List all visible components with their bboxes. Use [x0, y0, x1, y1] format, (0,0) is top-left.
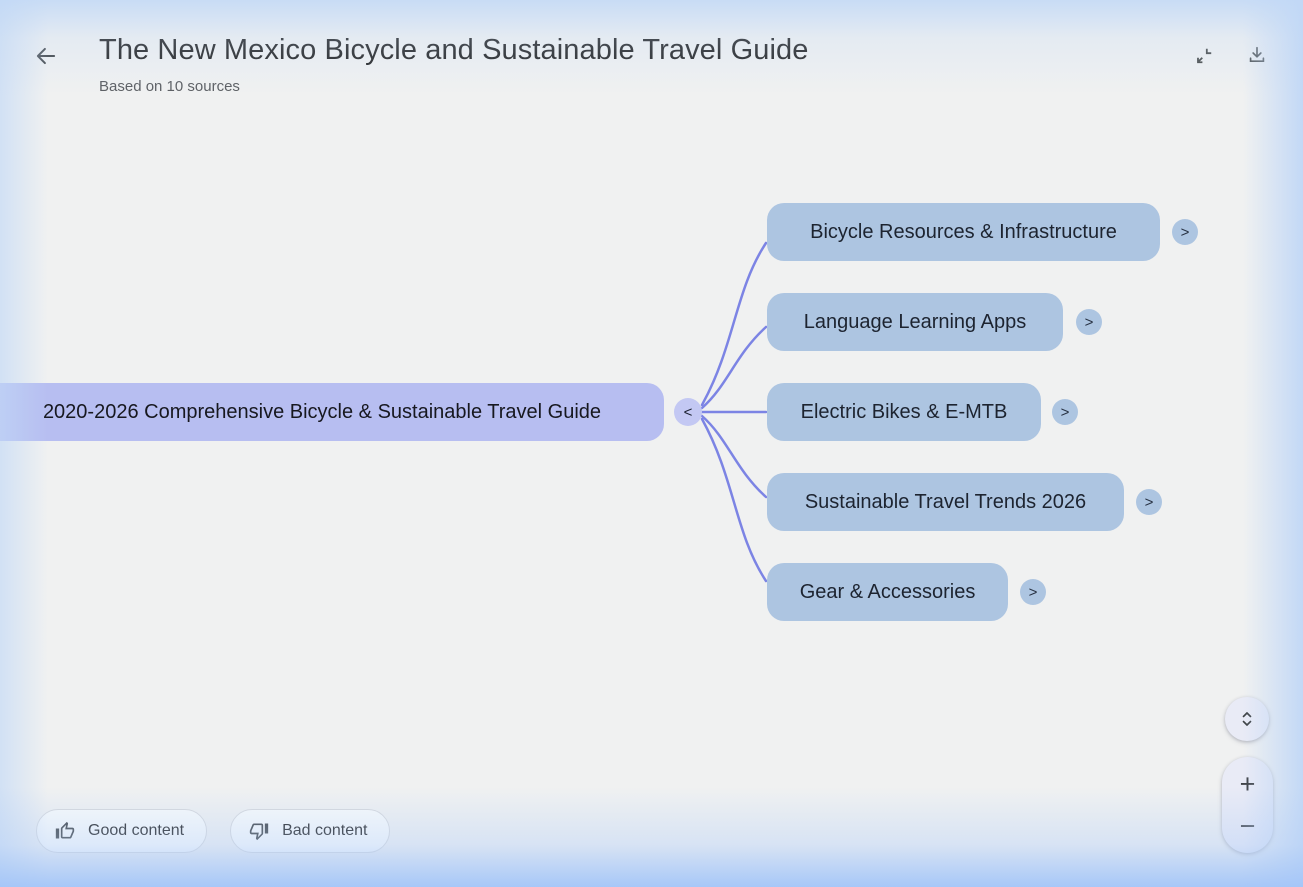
bad-content-button[interactable]: Bad content	[230, 809, 391, 853]
back-button[interactable]	[26, 36, 66, 76]
collapse-content-icon	[1196, 48, 1211, 63]
expand-button-sustainable-trends[interactable]: >	[1136, 489, 1162, 515]
header-titles: The New Mexico Bicycle and Sustainable T…	[99, 30, 809, 95]
download-icon	[1249, 46, 1265, 62]
expand-collapse-all-button[interactable]	[1225, 697, 1269, 741]
arrow-left-icon	[36, 47, 56, 65]
zoom-control: + −	[1222, 757, 1273, 853]
good-content-button[interactable]: Good content	[36, 809, 208, 853]
zoom-in-button[interactable]: +	[1222, 757, 1273, 805]
page-title: The New Mexico Bicycle and Sustainable T…	[99, 34, 809, 66]
unfold-chevrons-icon	[1242, 712, 1252, 726]
expand-button-gear-accessories[interactable]: >	[1020, 579, 1046, 605]
mindmap-node-electric-bikes[interactable]: Electric Bikes & E-MTB	[767, 383, 1041, 441]
zoom-out-button[interactable]: −	[1222, 805, 1273, 853]
header-actions	[1186, 37, 1275, 73]
collapse-view-button[interactable]	[1186, 37, 1222, 73]
mindmap-node-language-apps[interactable]: Language Learning Apps	[767, 293, 1063, 351]
bad-content-label: Bad content	[282, 822, 368, 839]
feedback-bar: Good content Bad content	[36, 809, 391, 853]
root-collapse-button[interactable]: <	[674, 398, 702, 426]
source-count-label: Based on 10 sources	[99, 78, 240, 95]
expand-button-bicycle-resources[interactable]: >	[1172, 219, 1198, 245]
expand-button-electric-bikes[interactable]: >	[1052, 399, 1078, 425]
mindmap-node-sustainable-trends[interactable]: Sustainable Travel Trends 2026	[767, 473, 1124, 531]
mindmap-connectors	[700, 241, 768, 583]
thumb-up-icon	[55, 821, 75, 839]
download-button[interactable]	[1239, 37, 1275, 73]
thumb-down-icon	[249, 823, 269, 841]
good-content-label: Good content	[88, 822, 185, 839]
mindmap-root-node[interactable]: 2020-2026 Comprehensive Bicycle & Sustai…	[0, 383, 664, 441]
expand-button-language-apps[interactable]: >	[1076, 309, 1102, 335]
mindmap-node-gear-accessories[interactable]: Gear & Accessories	[767, 563, 1008, 621]
mindmap-node-bicycle-resources[interactable]: Bicycle Resources & Infrastructure	[767, 203, 1160, 261]
